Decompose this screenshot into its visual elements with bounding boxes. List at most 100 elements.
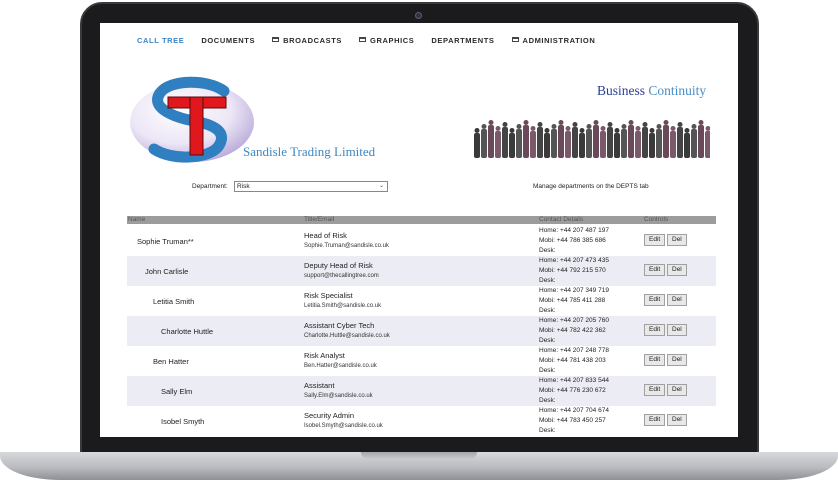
header-contact: Contact Details xyxy=(539,216,584,223)
person-silhouette xyxy=(600,126,606,158)
business-continuity-title: Business Continuity xyxy=(597,83,706,99)
delete-button[interactable]: Del xyxy=(667,324,687,336)
nav-label: ADMINISTRATION xyxy=(522,35,596,45)
row-contact-details: Home: +44 207 473 435 Mobi: +44 792 215 5… xyxy=(539,256,609,286)
laptop-notch xyxy=(361,452,477,459)
person-silhouette xyxy=(649,128,655,158)
contact-home: Home: +44 207 349 719 xyxy=(539,287,609,294)
table-row: John Carlisle Deputy Head of Risk support@… xyxy=(127,256,716,286)
person-silhouette xyxy=(488,120,494,158)
contact-home: Home: +44 207 248 778 xyxy=(539,347,609,354)
delete-button[interactable]: Del xyxy=(667,354,687,366)
person-silhouette xyxy=(502,122,508,158)
person-silhouette xyxy=(551,124,557,158)
person-silhouette xyxy=(530,126,536,158)
row-email: support@thecallingtree.com xyxy=(304,273,379,279)
camera-icon xyxy=(415,12,422,19)
delete-button[interactable]: Del xyxy=(667,234,687,246)
nav-call-tree[interactable]: CALL TREE xyxy=(137,36,184,45)
table-row: Sophie Truman** Head of Risk Sophie.Truman… xyxy=(127,226,716,256)
delete-button[interactable]: Del xyxy=(667,384,687,396)
person-silhouette xyxy=(579,128,585,158)
nav-label: DOCUMENTS xyxy=(201,35,256,45)
delete-button[interactable]: Del xyxy=(667,414,687,426)
chevron-down-icon: ⌄ xyxy=(378,183,384,189)
folder-icon xyxy=(511,36,519,42)
header-controls: Controls xyxy=(644,216,669,223)
contact-desk: Desk: xyxy=(539,307,556,314)
person-silhouette xyxy=(565,126,571,158)
row-email: Letitia.Smith@sandisle.co.uk xyxy=(304,303,382,309)
nav-label: DEPARTMENTS xyxy=(431,35,495,45)
bc-word-2: Continuity xyxy=(648,83,707,98)
edit-button[interactable]: Edit xyxy=(644,414,666,426)
bc-word-1: Business xyxy=(597,83,646,98)
people-silhouettes xyxy=(474,120,710,158)
contact-mobi: Mobi: +44 785 411 288 xyxy=(539,297,606,304)
table-row: Isobel Smyth Security Admin Isobel.Smyth@s… xyxy=(127,406,716,436)
contact-desk: Desk: xyxy=(539,397,556,404)
row-email: Sally.Elm@sandisle.co.uk xyxy=(304,393,373,399)
table-row: Charlotte Huttle Assistant Cyber Tech Char… xyxy=(127,316,716,346)
person-silhouette xyxy=(614,128,620,158)
nav-broadcasts[interactable]: BROADCASTS xyxy=(272,36,342,45)
table-row: Sally Elm Assistant Sally.Elm@sandisle.co.… xyxy=(127,376,716,406)
row-contact-details: Home: +44 207 487 197 Mobi: +44 786 385 6… xyxy=(539,226,609,256)
contact-mobi: Mobi: +44 786 385 686 xyxy=(539,237,606,244)
table-row: Ben Hatter Risk Analyst Ben.Hatter@sandisl… xyxy=(127,346,716,376)
main-nav: CALL TREE DOCUMENTS BROADCASTS GRAPHICS … xyxy=(100,23,738,57)
row-contact-details: Home: +44 207 833 544 Mobi: +44 776 230 6… xyxy=(539,376,609,406)
contact-home: Home: +44 207 833 544 xyxy=(539,377,609,384)
person-silhouette xyxy=(607,122,613,158)
row-title: Risk Specialist xyxy=(304,291,353,300)
row-name: Letitia Smith xyxy=(153,297,195,306)
row-title: Head of Risk xyxy=(304,231,347,240)
nav-documents[interactable]: DOCUMENTS xyxy=(201,36,255,45)
edit-button[interactable]: Edit xyxy=(644,294,666,306)
person-silhouette xyxy=(642,122,648,158)
table-row: Letitia Smith Risk Specialist Letitia.Smit… xyxy=(127,286,716,316)
person-silhouette xyxy=(628,120,634,158)
delete-button[interactable]: Del xyxy=(667,264,687,276)
edit-button[interactable]: Edit xyxy=(644,354,666,366)
row-email: Isobel.Smyth@sandisle.co.uk xyxy=(304,423,383,429)
nav-label: BROADCASTS xyxy=(283,35,343,45)
row-title: Security Admin xyxy=(304,411,355,420)
row-name: John Carlisle xyxy=(145,267,189,276)
contact-mobi: Mobi: +44 783 450 257 xyxy=(539,417,606,424)
department-select[interactable]: Risk ⌄ xyxy=(234,181,388,192)
person-silhouette xyxy=(523,120,529,158)
row-title: Deputy Head of Risk xyxy=(304,261,373,270)
edit-button[interactable]: Edit xyxy=(644,324,666,336)
contact-home: Home: +44 207 704 674 xyxy=(539,407,609,414)
person-silhouette xyxy=(635,126,641,158)
person-silhouette xyxy=(544,128,550,158)
contact-desk: Desk: xyxy=(539,427,556,434)
row-title: Assistant xyxy=(304,381,335,390)
edit-button[interactable]: Edit xyxy=(644,234,666,246)
folder-icon xyxy=(359,36,367,42)
contact-desk: Desk: xyxy=(539,247,556,254)
contact-mobi: Mobi: +44 792 215 570 xyxy=(539,267,606,274)
edit-button[interactable]: Edit xyxy=(644,384,666,396)
row-name: Charlotte Huttle xyxy=(161,327,214,336)
person-silhouette xyxy=(705,126,710,158)
person-silhouette xyxy=(663,120,669,158)
contact-desk: Desk: xyxy=(539,367,556,374)
department-label: Department: xyxy=(192,183,228,190)
screen: CALL TREE DOCUMENTS BROADCASTS GRAPHICS … xyxy=(100,23,738,437)
nav-graphics[interactable]: GRAPHICS xyxy=(359,36,414,45)
delete-button[interactable]: Del xyxy=(667,294,687,306)
row-title: Risk Analyst xyxy=(304,351,345,360)
person-silhouette xyxy=(537,122,543,158)
row-email: Charlotte.Huttle@sandisle.co.uk xyxy=(304,333,390,339)
nav-administration[interactable]: ADMINISTRATION xyxy=(511,35,596,45)
person-silhouette xyxy=(621,124,627,158)
department-selected-value: Risk xyxy=(237,183,250,190)
nav-departments[interactable]: DEPARTMENTS xyxy=(431,36,494,45)
person-silhouette xyxy=(558,120,564,158)
person-silhouette xyxy=(481,124,487,158)
manage-departments-note: Manage departments on the DEPTS tab xyxy=(533,183,649,190)
contact-home: Home: +44 207 487 197 xyxy=(539,227,609,234)
edit-button[interactable]: Edit xyxy=(644,264,666,276)
